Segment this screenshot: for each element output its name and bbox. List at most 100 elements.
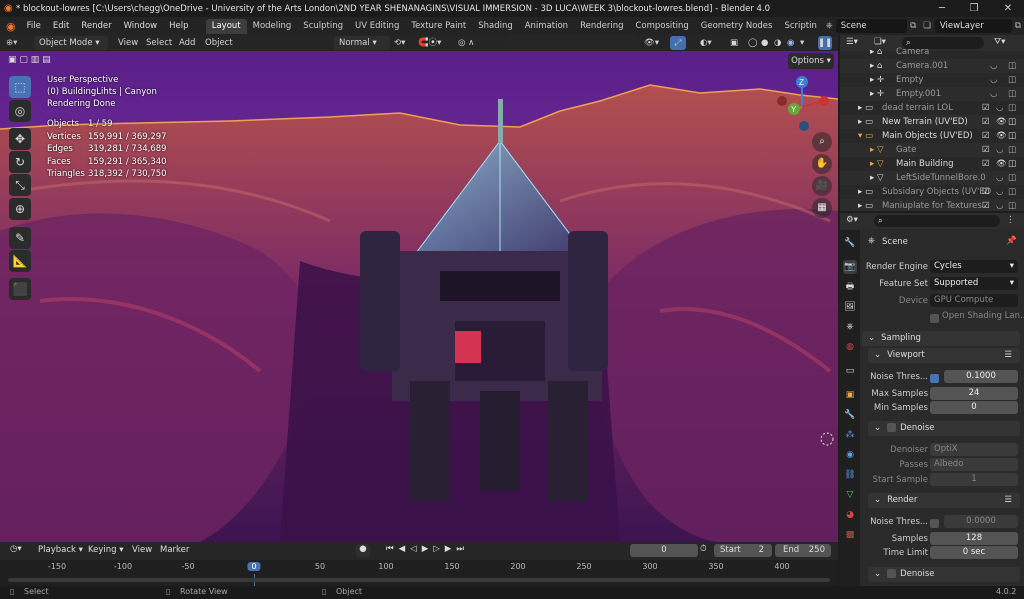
samples-field[interactable]: 128 bbox=[930, 532, 1018, 545]
scale-icon[interactable]: ⤡ bbox=[9, 174, 31, 196]
menu-add[interactable]: Add bbox=[179, 36, 195, 50]
view-layer-tab-icon[interactable]: 🖼 bbox=[843, 300, 857, 314]
outliner-row-maniuplate[interactable]: ▸ ▭ Maniuplate for Textures ☑ ◡ ◫ bbox=[840, 199, 1024, 211]
timeline-marker-menu[interactable]: Marker bbox=[160, 545, 189, 555]
zoom-icon[interactable]: ⌕ bbox=[812, 132, 832, 152]
checkbox-icon[interactable]: ☑ bbox=[982, 101, 990, 115]
properties-editor-icon[interactable]: ⚙▾ bbox=[846, 215, 858, 225]
outliner-row-empty001[interactable]: ▸ ✛ Empty.001 ◡ ◫ bbox=[840, 87, 1024, 101]
shading-solid-icon[interactable]: ● bbox=[761, 36, 768, 50]
visibility-row-icon[interactable]: 👁 bbox=[996, 115, 1007, 129]
overlay-icon[interactable]: ◐▾ bbox=[700, 36, 712, 50]
start-frame-field[interactable]: Start 2 bbox=[714, 544, 772, 557]
timeline-view-menu[interactable]: View bbox=[132, 545, 152, 555]
visibility-row-icon[interactable]: ◡ bbox=[990, 87, 997, 101]
tab-sculpting[interactable]: Sculpting bbox=[297, 19, 349, 34]
proportional-edit-icon[interactable]: ◎ ∧ bbox=[458, 36, 474, 50]
outliner-row-dead-terrain[interactable]: ▸ ▭ dead terrain LOL ☑ ◡ ◫ bbox=[840, 101, 1024, 115]
outliner-row-leftside-tunnel[interactable]: ▸ ▽ LeftSideTunnelBore.0 ◡ ◫ bbox=[840, 171, 1024, 185]
maximize-button[interactable]: ❐ bbox=[958, 0, 990, 17]
scene-selector[interactable]: Scene bbox=[835, 19, 908, 33]
minimize-button[interactable]: ─ bbox=[926, 0, 958, 17]
sampling-panel-header[interactable]: ⌄ Sampling bbox=[862, 331, 1020, 346]
outliner-row-camera001[interactable]: ▸ ⌂ Camera.001 ◡ ◫ bbox=[840, 59, 1024, 73]
tab-compositing[interactable]: Compositing bbox=[629, 19, 694, 34]
outliner-row-subsidary[interactable]: ▸ ▭ Subsidary Objects (UV'ED ☑ ◡ ◫ bbox=[840, 185, 1024, 199]
xray-icon[interactable]: ▣ bbox=[730, 36, 738, 50]
playback-controls[interactable]: ⏮◀◁▶▷▶⏭ bbox=[386, 544, 469, 554]
timeline-ruler[interactable]: -150 -100 -50 0 50 100 150 200 250 300 3… bbox=[0, 560, 838, 586]
tab-texture-paint[interactable]: Texture Paint bbox=[405, 19, 472, 34]
checkbox-icon[interactable]: ☑ bbox=[982, 185, 990, 199]
viewport-subpanel-header[interactable]: ⌄ Viewport ☰ bbox=[868, 348, 1020, 363]
output-tab-icon[interactable]: 🖶 bbox=[843, 280, 857, 294]
viewlayer-icon[interactable]: ❏ bbox=[919, 21, 935, 31]
noise-threshold-checkbox[interactable] bbox=[930, 372, 939, 386]
denoise-render-checkbox[interactable] bbox=[887, 569, 897, 578]
visibility-row-icon[interactable]: ◡ bbox=[996, 171, 1003, 185]
denoise-render-subpanel-header[interactable]: ⌄ Denoise bbox=[868, 567, 1020, 582]
particles-tab-icon[interactable]: ⁂ bbox=[843, 428, 857, 442]
denoise-subpanel-header[interactable]: ⌄ Denoise bbox=[868, 421, 1020, 436]
render-row-icon[interactable]: ◫ bbox=[1008, 115, 1016, 129]
render-row-icon[interactable]: ◫ bbox=[1008, 101, 1016, 115]
world-tab-icon[interactable]: ◍ bbox=[843, 340, 857, 354]
properties-options-icon[interactable]: ⋮ bbox=[1006, 215, 1015, 225]
denoiser-dropdown[interactable]: OptiX bbox=[930, 443, 1018, 456]
scene-tab-icon[interactable]: ⎈ bbox=[843, 320, 857, 334]
render-row-icon[interactable]: ◫ bbox=[1008, 129, 1016, 143]
scene-icon[interactable]: ⎈ bbox=[823, 21, 836, 31]
select-mode-icons[interactable]: ▣ ▢ ▥ ▤ bbox=[8, 55, 64, 67]
camera-view-icon[interactable]: 🎥 bbox=[812, 176, 832, 196]
render-row-icon[interactable]: ◫ bbox=[1008, 199, 1016, 211]
menu-object[interactable]: Object bbox=[205, 36, 233, 50]
tab-geometry-nodes[interactable]: Geometry Nodes bbox=[695, 19, 779, 34]
menu-select[interactable]: Select bbox=[146, 36, 172, 50]
timeline-keying-menu[interactable]: Keying ▾ bbox=[88, 545, 124, 555]
visibility-icon[interactable]: 👁▾ bbox=[644, 36, 659, 50]
gizmo-toggle-icon[interactable]: ⤢ bbox=[670, 36, 686, 50]
annotate-icon[interactable]: ✎ bbox=[9, 227, 31, 249]
ortho-grid-icon[interactable]: ▦ bbox=[812, 198, 832, 218]
list-icon[interactable]: ☰ bbox=[1004, 493, 1012, 508]
render-row-icon[interactable]: ◫ bbox=[1008, 157, 1016, 171]
timeline-scrollbar[interactable] bbox=[8, 578, 830, 582]
passes-dropdown[interactable]: Albedo bbox=[930, 458, 1018, 471]
shading-wireframe-icon[interactable]: ◯ bbox=[748, 36, 758, 50]
physics-tab-icon[interactable]: ◉ bbox=[843, 448, 857, 462]
properties-search-input[interactable]: ⌕ bbox=[874, 215, 1000, 227]
menu-view[interactable]: View bbox=[118, 36, 138, 50]
device-dropdown[interactable]: GPU Compute bbox=[930, 294, 1018, 307]
visibility-row-icon[interactable]: ◡ bbox=[996, 101, 1003, 115]
record-icon[interactable]: ● bbox=[356, 544, 370, 557]
visibility-row-icon[interactable]: ◡ bbox=[996, 143, 1003, 157]
pivot-icon[interactable]: ⟲▾ bbox=[394, 36, 405, 50]
checkbox-icon[interactable]: ☑ bbox=[982, 157, 990, 171]
measure-icon[interactable]: 📐 bbox=[9, 250, 31, 272]
close-button[interactable]: ✕ bbox=[992, 0, 1024, 17]
new-viewlayer-icon[interactable]: ⧉ bbox=[1012, 21, 1024, 31]
max-samples-field[interactable]: 24 bbox=[930, 387, 1018, 400]
tab-shading[interactable]: Shading bbox=[472, 19, 519, 34]
tab-animation[interactable]: Animation bbox=[519, 19, 574, 34]
tab-uv-editing[interactable]: UV Editing bbox=[349, 19, 405, 34]
current-frame-field[interactable]: 0 bbox=[630, 544, 698, 557]
menu-window[interactable]: Window bbox=[118, 17, 164, 35]
menu-render[interactable]: Render bbox=[75, 17, 117, 35]
move-icon[interactable]: ✥ bbox=[9, 128, 31, 150]
blender-menu-icon[interactable]: ◉ bbox=[0, 20, 21, 33]
render-tab-icon[interactable]: 📷 bbox=[843, 260, 857, 274]
transform-icon[interactable]: ⊕ bbox=[9, 198, 31, 220]
viewport-3d[interactable]: User Perspective (0) BuildingLihts | Can… bbox=[0, 51, 838, 542]
menu-file[interactable]: File bbox=[21, 17, 47, 35]
checkbox-icon[interactable]: ☑ bbox=[982, 199, 990, 211]
outliner-row-new-terrain[interactable]: ▸ ▭ New Terrain (UV'ED) ☑ 👁 ◫ bbox=[840, 115, 1024, 129]
playhead[interactable]: 0 bbox=[247, 562, 261, 571]
visibility-row-icon[interactable]: 👁 bbox=[996, 129, 1007, 143]
viewport-noise-field[interactable]: 0.1000 bbox=[944, 370, 1018, 383]
shading-rendered-icon[interactable]: ◉ bbox=[787, 36, 794, 50]
snap-icon[interactable]: 🧲⦿▾ bbox=[418, 36, 441, 50]
menu-edit[interactable]: Edit bbox=[47, 17, 75, 35]
tab-modeling[interactable]: Modeling bbox=[247, 19, 298, 34]
visibility-row-icon[interactable]: ◡ bbox=[990, 59, 997, 73]
